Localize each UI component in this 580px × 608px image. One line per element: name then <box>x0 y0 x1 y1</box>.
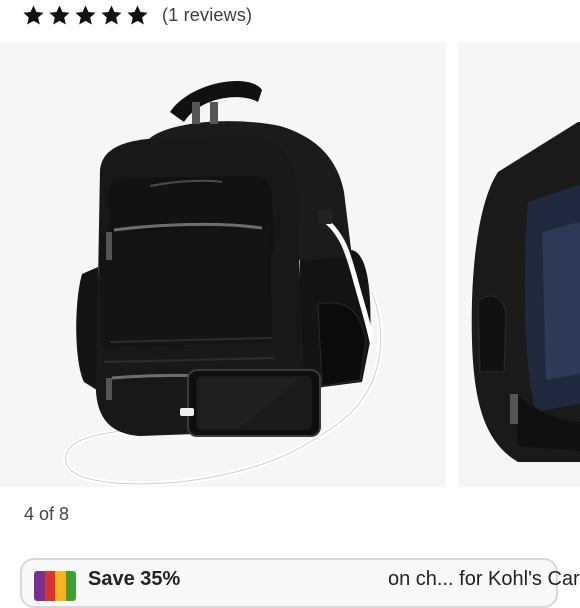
star-icon <box>49 4 70 25</box>
star-icon <box>101 4 122 25</box>
product-image-current[interactable] <box>0 42 446 487</box>
star-icon <box>127 4 148 25</box>
product-image-next-preview[interactable] <box>458 42 580 487</box>
star-rating <box>22 4 149 27</box>
product-image-carousel[interactable] <box>0 42 580 490</box>
kohls-card-promo-banner[interactable]: Save 35% on ch... for Kohl's Card* <box>20 558 580 608</box>
rating-summary[interactable]: (1 reviews) <box>22 0 252 30</box>
review-count-link[interactable]: (1 reviews) <box>162 5 252 26</box>
kohls-card-icon <box>34 571 76 601</box>
image-counter: 4 of 8 <box>24 504 70 524</box>
star-icon <box>23 4 44 25</box>
promo-lead-text: Save 35% <box>88 568 181 590</box>
star-icon <box>75 4 96 25</box>
